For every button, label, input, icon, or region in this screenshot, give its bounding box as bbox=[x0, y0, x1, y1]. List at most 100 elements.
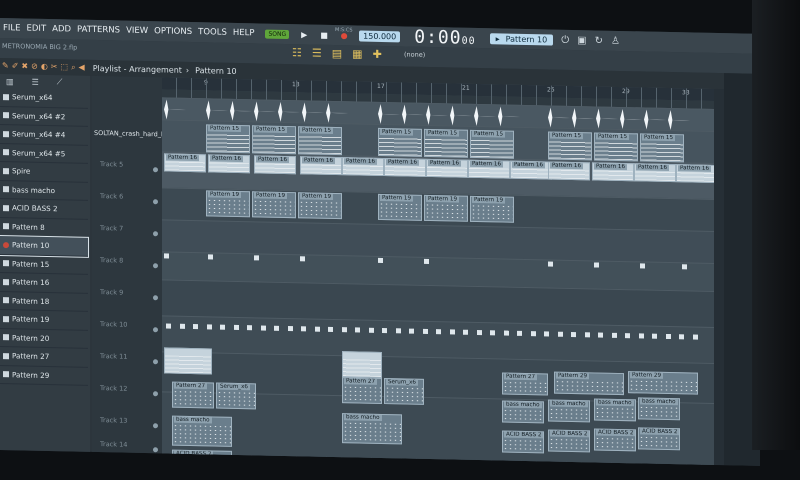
track-enable-icon[interactable] bbox=[153, 263, 158, 269]
note-block[interactable] bbox=[625, 333, 630, 339]
paint-tool-icon[interactable]: ✐ bbox=[12, 61, 19, 71]
menu-patterns[interactable]: PATTERNS bbox=[74, 25, 123, 36]
note-block[interactable] bbox=[571, 331, 576, 338]
power-icon[interactable]: ⏻ bbox=[561, 34, 569, 45]
refresh-icon[interactable]: ↻ bbox=[595, 35, 603, 46]
pattern-clip[interactable]: ACID BASS 2 bbox=[548, 429, 590, 453]
pattern-clip[interactable]: Pattern 16 bbox=[548, 161, 590, 181]
pattern-clip[interactable]: Pattern 15 bbox=[206, 124, 250, 154]
track-enable-icon[interactable] bbox=[153, 231, 158, 237]
select-tool-icon[interactable]: ⬚ bbox=[61, 62, 69, 72]
browser-item[interactable]: Spire bbox=[0, 162, 88, 183]
browser-item[interactable]: Pattern 16 bbox=[0, 273, 88, 294]
piano-roll-icon[interactable]: ▤ bbox=[332, 47, 342, 60]
track-enable-icon[interactable] bbox=[153, 327, 158, 333]
note-block[interactable] bbox=[436, 329, 441, 335]
song-mode-toggle[interactable]: SONG bbox=[265, 29, 290, 39]
pattern-clip[interactable]: Pattern 19 bbox=[470, 195, 514, 223]
note-block[interactable] bbox=[164, 253, 169, 259]
note-block[interactable] bbox=[476, 329, 482, 336]
browser-item[interactable]: Pattern 27 bbox=[0, 347, 88, 368]
pattern-clip[interactable]: Pattern 16 bbox=[254, 155, 296, 175]
pattern-clip[interactable]: Pattern 19 bbox=[252, 191, 296, 219]
pattern-clip[interactable]: Pattern 15 bbox=[252, 125, 296, 155]
note-block[interactable] bbox=[665, 333, 671, 340]
track-header[interactable]: Track 7 bbox=[92, 220, 162, 251]
pattern-clip[interactable]: bass macho bbox=[342, 413, 402, 445]
menu-view[interactable]: VIEW bbox=[123, 26, 151, 37]
note-block[interactable] bbox=[206, 324, 212, 330]
pattern-clip[interactable]: Pattern 16 bbox=[468, 159, 510, 179]
note-block[interactable] bbox=[640, 263, 645, 269]
note-block[interactable] bbox=[598, 332, 603, 338]
pattern-clip[interactable]: Pattern 27 bbox=[172, 381, 214, 409]
note-block[interactable] bbox=[208, 254, 213, 260]
note-block[interactable] bbox=[557, 331, 563, 337]
pattern-clip[interactable]: Pattern 29 bbox=[554, 371, 624, 396]
plugin-picker-icon[interactable]: ✚ bbox=[373, 48, 382, 61]
pattern-clip[interactable]: Pattern 16 bbox=[208, 154, 250, 174]
browser-item[interactable]: Serum_x64 #4 bbox=[0, 125, 88, 146]
track-header[interactable]: Track 10 bbox=[92, 316, 162, 347]
note-block[interactable] bbox=[395, 328, 401, 334]
pattern-clip[interactable]: Pattern 19 bbox=[378, 193, 422, 221]
browser-item[interactable]: bass macho bbox=[0, 180, 88, 201]
channel-rack-icon[interactable]: ☰ bbox=[312, 47, 322, 60]
pattern-clip[interactable]: Serum_x6 bbox=[216, 382, 256, 410]
browser-item[interactable]: Serum_x64 #2 bbox=[0, 106, 88, 127]
browser-item[interactable]: Pattern 18 bbox=[0, 291, 88, 312]
pattern-clip[interactable]: Pattern 16 bbox=[300, 156, 342, 176]
note-block[interactable] bbox=[503, 330, 509, 336]
save-icon[interactable]: ▣ bbox=[577, 35, 586, 46]
pattern-clip[interactable]: Pattern 27 bbox=[502, 372, 548, 396]
note-block[interactable] bbox=[652, 333, 657, 339]
note-block[interactable] bbox=[341, 327, 347, 333]
note-block[interactable] bbox=[193, 324, 198, 330]
playlist-grid[interactable]: 9 13 17 21 25 29 33 Pattern 15 Pattern 15 Patter… bbox=[162, 77, 714, 465]
note-block[interactable] bbox=[247, 325, 252, 331]
pattern-clip[interactable]: bass macho bbox=[638, 397, 680, 421]
track-header[interactable]: Track 9 bbox=[92, 284, 162, 315]
track-header[interactable]: Track 11 bbox=[92, 348, 162, 379]
browser-item[interactable]: Pattern 10 bbox=[0, 234, 89, 258]
note-block[interactable] bbox=[382, 328, 387, 334]
pattern-clip[interactable]: Pattern 16 bbox=[676, 164, 714, 184]
note-block[interactable] bbox=[287, 326, 293, 332]
browser-item[interactable]: Serum_x64 #5 bbox=[0, 143, 88, 164]
note-block[interactable] bbox=[254, 255, 259, 261]
pattern-clip[interactable]: ACID BASS 2 bbox=[172, 449, 232, 465]
note-block[interactable] bbox=[378, 257, 383, 264]
mute-tool-icon[interactable]: ⊘ bbox=[31, 62, 38, 72]
note-block[interactable] bbox=[463, 329, 468, 335]
note-block[interactable] bbox=[638, 333, 644, 339]
pattern-clip[interactable]: bass macho bbox=[548, 399, 590, 423]
browser-item[interactable]: Pattern 15 bbox=[0, 254, 88, 275]
pattern-clip[interactable]: Pattern 15 bbox=[298, 126, 342, 156]
note-block[interactable] bbox=[584, 332, 590, 338]
playlist-scrollbar[interactable] bbox=[714, 88, 724, 466]
note-block[interactable] bbox=[301, 326, 306, 332]
note-block[interactable] bbox=[424, 258, 429, 264]
note-block[interactable] bbox=[300, 256, 305, 262]
menu-edit[interactable]: EDIT bbox=[24, 23, 50, 34]
pattern-clip[interactable]: Pattern 16 bbox=[634, 163, 676, 183]
track-enable-icon[interactable] bbox=[153, 391, 158, 397]
zoom-tool-icon[interactable]: ⌕ bbox=[71, 62, 75, 72]
note-block[interactable] bbox=[594, 262, 599, 268]
browser-item[interactable]: Pattern 29 bbox=[0, 365, 88, 386]
note-block[interactable] bbox=[166, 323, 171, 329]
pattern-clip[interactable]: Pattern 15 bbox=[594, 132, 638, 162]
menu-file[interactable]: FILE bbox=[0, 23, 24, 33]
pattern-selector[interactable]: ▸ Pattern 10 bbox=[489, 32, 554, 46]
pattern-clip[interactable]: bass macho bbox=[172, 415, 232, 447]
pattern-clip[interactable]: Pattern 16 bbox=[592, 162, 634, 182]
track-enable-icon[interactable] bbox=[153, 199, 158, 205]
pattern-clip[interactable]: Pattern 15 bbox=[548, 131, 592, 161]
delete-tool-icon[interactable]: ✖ bbox=[21, 61, 28, 71]
note-block[interactable] bbox=[314, 326, 320, 332]
play-icon[interactable]: ▶ bbox=[299, 29, 309, 39]
note-block[interactable] bbox=[409, 328, 414, 334]
pattern-clip[interactable]: Pattern 15 bbox=[424, 128, 468, 158]
mixer-icon[interactable]: ☷ bbox=[292, 46, 302, 59]
note-block[interactable] bbox=[611, 332, 617, 338]
